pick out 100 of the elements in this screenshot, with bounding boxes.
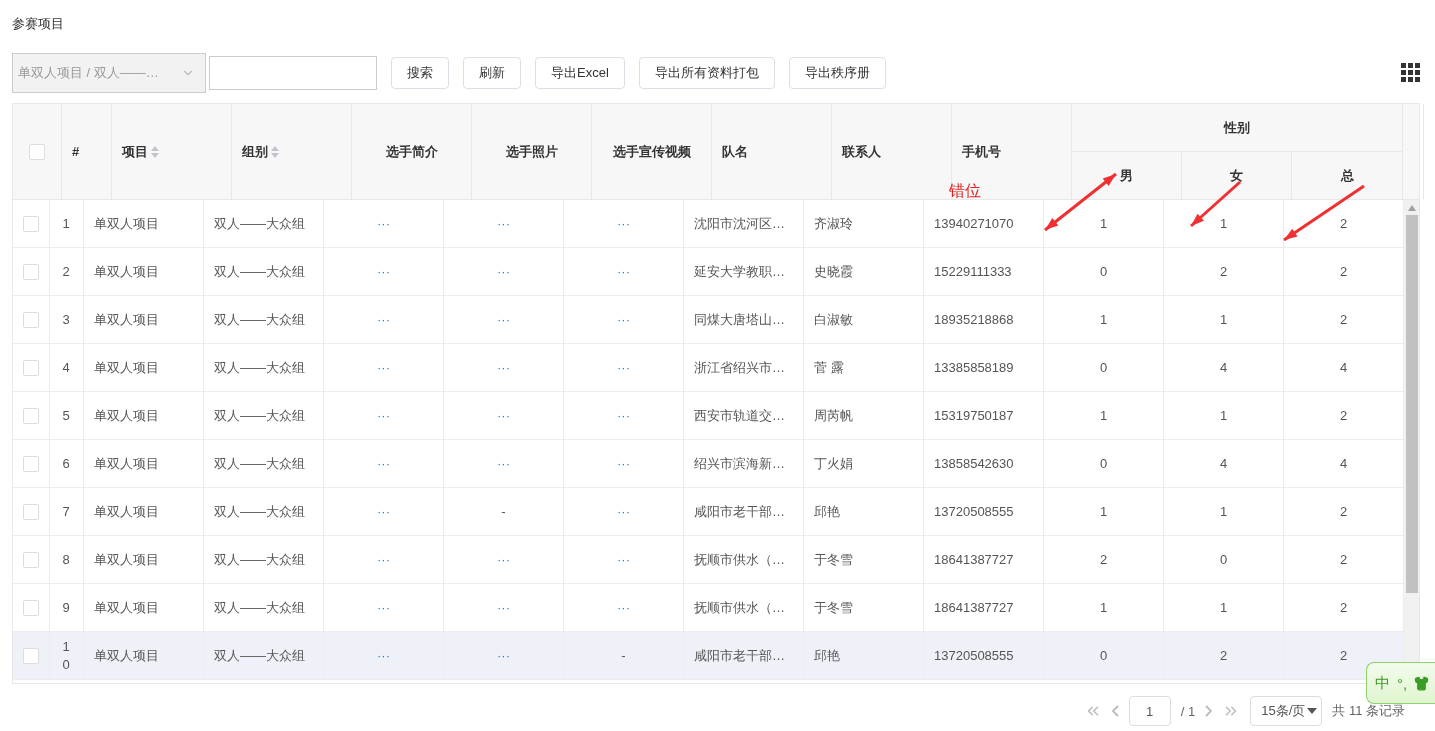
select-all-checkbox[interactable] (29, 143, 45, 160)
shirt-icon[interactable] (1414, 675, 1430, 691)
next-page-button[interactable] (1205, 705, 1213, 717)
page-size-select[interactable]: 15条/页 (1250, 696, 1323, 726)
table-cell: 2 (1339, 648, 1348, 663)
table-row[interactable]: 5 单双人项目 双人——大众组 ··· ··· ··· 西安市轨道交… 周芮帆 15319750187 1 1 2 (13, 392, 1404, 440)
table-cell: 绍兴市滨海新… (694, 454, 785, 473)
more-link[interactable]: ··· (377, 216, 390, 231)
table-cell: 0 (1099, 264, 1108, 279)
table-cell: 1 (1219, 504, 1228, 519)
table-cell: 于冬雪 (814, 598, 853, 617)
table-cell: 0 (1099, 648, 1108, 663)
more-link[interactable]: ··· (377, 360, 390, 375)
more-link[interactable]: ··· (497, 264, 510, 279)
more-link[interactable]: ··· (377, 408, 390, 423)
more-link[interactable]: ··· (617, 504, 630, 519)
row-checkbox[interactable] (23, 551, 39, 568)
more-link[interactable]: ··· (497, 552, 510, 567)
table-row[interactable]: 9 单双人项目 双人——大众组 ··· ··· ··· 抚顺市供水（… 于冬雪 18641387727 1 1 2 (13, 584, 1404, 632)
more-link[interactable]: ··· (497, 456, 510, 471)
row-checkbox[interactable] (23, 263, 39, 280)
table-cell: 18935218868 (934, 312, 1014, 327)
chevron-left-icon (1111, 705, 1119, 717)
more-link[interactable]: ··· (617, 552, 630, 567)
more-link[interactable]: ··· (497, 408, 510, 423)
page-field[interactable]: 1 (1128, 696, 1171, 726)
table-cell: 2 (1339, 264, 1348, 279)
more-link[interactable]: ··· (617, 600, 630, 615)
table-cell: - (621, 648, 626, 663)
toolbar-button[interactable]: 导出Excel (535, 57, 625, 89)
more-link[interactable]: ··· (497, 600, 510, 615)
more-link[interactable]: ··· (497, 312, 510, 327)
more-link[interactable]: ··· (617, 456, 630, 471)
row-checkbox[interactable] (23, 215, 39, 232)
more-link[interactable]: ··· (617, 360, 630, 375)
category-select[interactable]: 单双人项目 / 双人——… (12, 53, 206, 93)
more-link[interactable]: ··· (377, 648, 390, 663)
row-checkbox[interactable] (23, 647, 39, 664)
row-checkbox[interactable] (23, 455, 39, 472)
more-link[interactable]: ··· (377, 600, 390, 615)
search-field[interactable] (209, 56, 377, 90)
row-number: 9 (62, 598, 71, 617)
more-link[interactable]: ··· (617, 312, 630, 327)
table-cell: 双人——大众组 (214, 214, 305, 233)
row-checkbox[interactable] (23, 359, 39, 376)
table-cell: 抚顺市供水（… (694, 550, 785, 569)
more-link[interactable]: ··· (377, 456, 390, 471)
grid-icon[interactable] (1401, 63, 1421, 83)
table-cell: 13940271070 (934, 216, 1014, 231)
row-checkbox[interactable] (23, 407, 39, 424)
scrollbar-thumb[interactable] (1405, 215, 1418, 593)
more-link[interactable]: ··· (377, 504, 390, 519)
more-link[interactable]: ··· (497, 648, 510, 663)
more-link[interactable]: ··· (617, 408, 630, 423)
row-checkbox[interactable] (23, 311, 39, 328)
sort-icon[interactable] (150, 144, 160, 159)
table-cell: 单双人项目 (94, 310, 159, 329)
table-cell: 0 (1219, 552, 1228, 567)
table-cell: 咸阳市老干部… (694, 502, 785, 521)
row-checkbox[interactable] (23, 599, 39, 616)
more-link[interactable]: ··· (377, 312, 390, 327)
toolbar-button[interactable]: 搜索 (391, 57, 449, 89)
toolbar-button[interactable]: 导出秩序册 (788, 57, 886, 89)
more-link[interactable]: ··· (497, 360, 510, 375)
table-cell: 13720508555 (934, 648, 1014, 663)
table-row[interactable]: 2 单双人项目 双人——大众组 ··· ··· ··· 延安大学教职… 史晓霞 15229111333 0 2 2 (13, 248, 1404, 296)
more-link[interactable]: ··· (377, 552, 390, 567)
table-cell: 同煤大唐塔山… (694, 310, 785, 329)
table-row[interactable]: 6 单双人项目 双人——大众组 ··· ··· ··· 绍兴市滨海新… 丁火娟 13858542630 0 4 4 (13, 440, 1404, 488)
more-link[interactable]: ··· (617, 264, 630, 279)
table-row[interactable]: 8 单双人项目 双人——大众组 ··· ··· ··· 抚顺市供水（… 于冬雪 18641387727 2 0 2 (13, 536, 1404, 584)
more-link[interactable]: ··· (497, 216, 510, 231)
toolbar-button[interactable]: 导出所有资料打包 (638, 57, 775, 89)
table-row[interactable]: 4 单双人项目 双人——大众组 ··· ··· ··· 浙江省绍兴市… 菅 露 13385858189 0 4 4 (13, 344, 1404, 392)
annotation-arrow (1190, 180, 1241, 228)
table-cell: 2 (1099, 552, 1108, 567)
table-cell: 2 (1339, 552, 1348, 567)
table-cell: 史晓霞 (814, 262, 853, 281)
chevron-right-icon (1205, 705, 1213, 717)
table-cell: 15319750187 (934, 408, 1014, 423)
row-number: 3 (62, 310, 71, 329)
more-link[interactable]: ··· (377, 264, 390, 279)
sort-icon[interactable] (270, 144, 280, 159)
row-checkbox[interactable] (23, 503, 39, 520)
previous-page-button[interactable] (1111, 705, 1119, 717)
table-cell: 1 (1219, 216, 1228, 231)
table-row[interactable]: 1 单双人项目 双人——大众组 ··· ··· ··· 沈阳市沈河区… 齐淑玲 13940271070 1 1 2 (13, 200, 1404, 248)
input-method-bar[interactable]: 中 °, (1366, 662, 1435, 704)
toolbar-button[interactable]: 刷新 (463, 57, 521, 89)
table-cell: 单双人项目 (94, 598, 159, 617)
table-cell: 13720508555 (934, 504, 1014, 519)
table-cell: 4 (1339, 360, 1348, 375)
table-row[interactable]: 3 单双人项目 双人——大众组 ··· ··· ··· 同煤大唐塔山… 白淑敏 18935218868 1 1 2 (13, 296, 1404, 344)
more-link[interactable]: ··· (617, 216, 630, 231)
table-cell: 双人——大众组 (214, 310, 305, 329)
table-row[interactable]: 7 单双人项目 双人——大众组 ··· - ··· 咸阳市老干部… 邱艳 13720508555 1 1 2 (13, 488, 1404, 536)
table-cell: 2 (1339, 600, 1348, 615)
scroll-up-icon[interactable] (1407, 205, 1416, 211)
column-header: 女 (1230, 166, 1243, 185)
table-cell: 西安市轨道交… (694, 406, 785, 425)
